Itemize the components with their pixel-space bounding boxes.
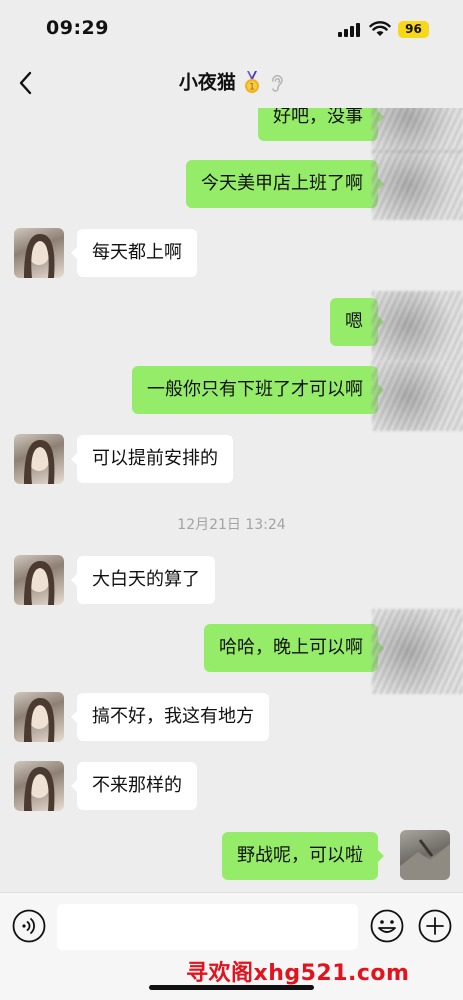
message-row: 不来那样的 xyxy=(0,761,463,821)
my-avatar-redacted xyxy=(372,609,463,694)
contact-avatar[interactable] xyxy=(14,692,64,742)
message-row: 野战呢，可以啦 xyxy=(0,830,463,890)
status-time: 09:29 xyxy=(46,17,109,39)
title-group: 小夜猫 1 xyxy=(0,68,463,96)
message-bubble-outgoing[interactable]: 野战呢，可以啦 xyxy=(222,832,384,880)
message-row: 一般你只有下班了才可以啊 xyxy=(0,361,463,431)
message-bubble-incoming[interactable]: 可以提前安排的 xyxy=(71,435,233,483)
input-bar xyxy=(0,892,463,962)
message-list[interactable]: 好吧，没事 今天美甲店上班了啊 每天都上啊 嗯 一般你只有下班了才可以啊 可以提… xyxy=(0,108,463,892)
message-timestamp: 12月21日 13:24 xyxy=(177,517,286,533)
message-bubble-incoming[interactable]: 每天都上啊 xyxy=(71,229,197,277)
message-row: 可以提前安排的 xyxy=(0,434,463,494)
message-row: 每天都上啊 xyxy=(0,228,463,288)
message-row: 嗯 xyxy=(0,291,463,361)
emoji-icon[interactable] xyxy=(370,909,404,943)
my-avatar-redacted xyxy=(372,150,463,220)
plus-icon[interactable] xyxy=(418,909,452,943)
message-bubble-incoming[interactable]: 搞不好，我这有地方 xyxy=(71,693,269,741)
my-avatar[interactable] xyxy=(400,830,450,880)
message-bubble-outgoing[interactable]: 好吧，没事 xyxy=(258,108,384,141)
ear-icon xyxy=(272,74,283,92)
message-row: 哈哈，晚上可以啊 xyxy=(0,609,463,694)
contact-name[interactable]: 小夜猫 xyxy=(179,72,236,94)
message-bubble-outgoing[interactable]: 今天美甲店上班了啊 xyxy=(186,160,384,208)
cellular-signal-icon xyxy=(338,23,360,37)
contact-avatar[interactable] xyxy=(14,228,64,278)
svg-text:1: 1 xyxy=(249,82,255,92)
message-bubble-incoming[interactable]: 不来那样的 xyxy=(71,762,197,810)
message-bubble-outgoing[interactable]: 一般你只有下班了才可以啊 xyxy=(132,366,384,414)
my-avatar-redacted xyxy=(372,291,463,361)
battery-indicator: 96 xyxy=(398,21,429,38)
wifi-icon xyxy=(369,21,391,36)
voice-input-icon[interactable] xyxy=(12,909,46,943)
message-input[interactable] xyxy=(57,904,358,950)
status-bar: 09:29 96 xyxy=(0,0,463,58)
contact-avatar[interactable] xyxy=(14,434,64,484)
message-bubble-incoming[interactable]: 大白天的算了 xyxy=(71,556,215,604)
my-avatar-redacted xyxy=(372,108,463,153)
watermark: 寻欢阁xhg521.com xyxy=(186,961,410,986)
home-indicator[interactable] xyxy=(149,985,314,990)
chat-header: 小夜猫 1 xyxy=(0,58,463,108)
my-avatar-redacted xyxy=(372,361,463,431)
contact-avatar[interactable] xyxy=(14,761,64,811)
message-row: 搞不好，我这有地方 xyxy=(0,692,463,752)
message-row: 大白天的算了 xyxy=(0,555,463,615)
message-row: 今天美甲店上班了啊 xyxy=(0,150,463,220)
message-bubble-outgoing[interactable]: 哈哈，晚上可以啊 xyxy=(204,624,384,672)
contact-avatar[interactable] xyxy=(14,555,64,605)
message-bubble-outgoing[interactable]: 嗯 xyxy=(330,298,384,346)
medal-icon: 1 xyxy=(245,70,259,93)
